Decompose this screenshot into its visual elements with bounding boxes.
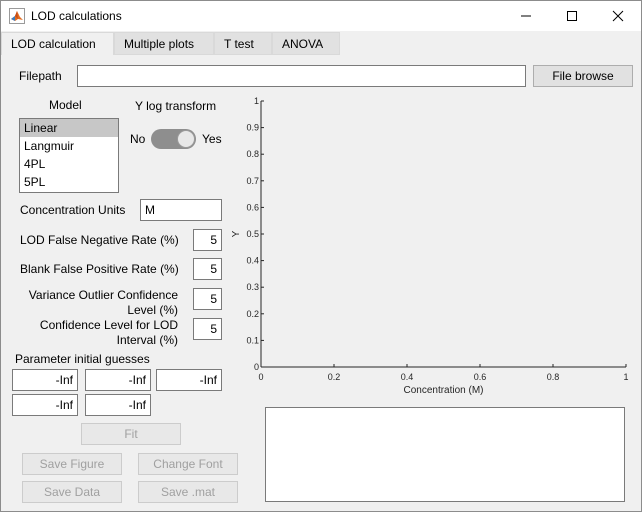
x-tick-label: 1 bbox=[623, 372, 628, 382]
x-tick-label: 0 bbox=[258, 372, 263, 382]
initial-guesses-label: Parameter initial guesses bbox=[15, 352, 150, 366]
toggle-knob bbox=[177, 130, 195, 148]
y-tick-label: 0.1 bbox=[246, 335, 259, 345]
minimize-icon bbox=[521, 15, 531, 17]
lod-chart: 0 0.2 0.4 0.6 0.8 1 0 0.1 0.2 0.3 0.4 0.5 0.6 0.7 0.8… bbox=[231, 96, 629, 396]
initial-guess-input-3[interactable]: -Inf bbox=[156, 369, 222, 391]
matlab-icon bbox=[9, 8, 25, 24]
model-listbox[interactable]: Linear Langmuir 4PL 5PL bbox=[19, 118, 119, 193]
x-tick-label: 0.4 bbox=[401, 372, 414, 382]
variance-outlier-input[interactable]: 5 bbox=[193, 288, 222, 310]
variance-outlier-label-line1: Variance Outlier Confidence bbox=[28, 288, 178, 302]
tab-t-test[interactable]: T test bbox=[214, 32, 272, 55]
model-option-langmuir[interactable]: Langmuir bbox=[20, 137, 118, 155]
blank-false-positive-label: Blank False Positive Rate (%) bbox=[20, 262, 179, 276]
confidence-level-label-line2: Interval (%) bbox=[116, 333, 178, 347]
chart-plot-area bbox=[261, 101, 626, 367]
app-window: LOD calculations LOD calculation Multipl… bbox=[0, 0, 642, 512]
confidence-level-label-line1: Confidence Level for LOD bbox=[39, 318, 178, 332]
y-tick-label: 0.3 bbox=[246, 282, 259, 292]
initial-guess-input-2[interactable]: -Inf bbox=[85, 369, 151, 391]
fit-button[interactable]: Fit bbox=[81, 423, 181, 445]
title-bar: LOD calculations bbox=[1, 1, 641, 31]
lod-false-negative-label: LOD False Negative Rate (%) bbox=[20, 233, 179, 247]
filepath-input[interactable] bbox=[77, 65, 526, 87]
blank-false-positive-input[interactable]: 5 bbox=[193, 258, 222, 280]
model-option-5pl[interactable]: 5PL bbox=[20, 173, 118, 191]
window-title: LOD calculations bbox=[31, 9, 122, 23]
y-axis-label: Y bbox=[231, 230, 242, 237]
y-tick-label: 0.4 bbox=[246, 256, 259, 266]
model-option-linear[interactable]: Linear bbox=[20, 119, 118, 137]
y-log-transform-toggle[interactable] bbox=[151, 129, 196, 149]
y-tick-label: 0.5 bbox=[246, 229, 259, 239]
variance-outlier-label-line2: Level (%) bbox=[127, 303, 178, 317]
tab-multiple-plots[interactable]: Multiple plots bbox=[114, 32, 214, 55]
maximize-button[interactable] bbox=[549, 1, 595, 31]
x-axis-label: Concentration (M) bbox=[403, 385, 483, 396]
y-tick-label: 0.7 bbox=[246, 176, 259, 186]
change-font-button[interactable]: Change Font bbox=[138, 453, 238, 475]
tab-lod-calculation[interactable]: LOD calculation bbox=[1, 32, 114, 56]
concentration-units-label: Concentration Units bbox=[20, 203, 126, 217]
x-tick-label: 0.8 bbox=[547, 372, 560, 382]
save-mat-button[interactable]: Save .mat bbox=[138, 481, 238, 503]
minimize-button[interactable] bbox=[503, 1, 549, 31]
y-tick-label: 0.8 bbox=[246, 149, 259, 159]
toggle-yes-label: Yes bbox=[202, 132, 222, 146]
lod-false-negative-input[interactable]: 5 bbox=[193, 229, 222, 251]
initial-guess-input-5[interactable]: -Inf bbox=[85, 394, 151, 416]
x-tick-label: 0.2 bbox=[328, 372, 341, 382]
y-log-transform-label: Y log transform bbox=[135, 99, 217, 113]
save-figure-button[interactable]: Save Figure bbox=[22, 453, 122, 475]
close-button[interactable] bbox=[595, 1, 641, 31]
save-data-button[interactable]: Save Data bbox=[22, 481, 122, 503]
confidence-level-input[interactable]: 5 bbox=[193, 318, 222, 340]
y-tick-label: 0.2 bbox=[246, 309, 259, 319]
tab-bar: LOD calculation Multiple plots T test AN… bbox=[1, 32, 641, 56]
initial-guess-input-4[interactable]: -Inf bbox=[12, 394, 78, 416]
model-label: Model bbox=[49, 98, 82, 112]
maximize-icon bbox=[567, 11, 577, 21]
y-tick-label: 0.6 bbox=[246, 202, 259, 212]
y-tick-label: 1 bbox=[254, 96, 259, 106]
close-icon bbox=[612, 10, 624, 22]
model-option-4pl[interactable]: 4PL bbox=[20, 155, 118, 173]
tab-anova[interactable]: ANOVA bbox=[272, 32, 340, 55]
y-tick-label: 0 bbox=[254, 362, 259, 372]
concentration-units-input[interactable]: M bbox=[140, 199, 222, 221]
initial-guess-input-1[interactable]: -Inf bbox=[12, 369, 78, 391]
x-tick-label: 0.6 bbox=[474, 372, 487, 382]
output-text-area[interactable] bbox=[265, 407, 625, 502]
toggle-no-label: No bbox=[130, 132, 146, 146]
filepath-label: Filepath bbox=[19, 69, 62, 83]
y-tick-label: 0.9 bbox=[246, 123, 259, 133]
file-browse-button[interactable]: File browse bbox=[533, 65, 633, 87]
